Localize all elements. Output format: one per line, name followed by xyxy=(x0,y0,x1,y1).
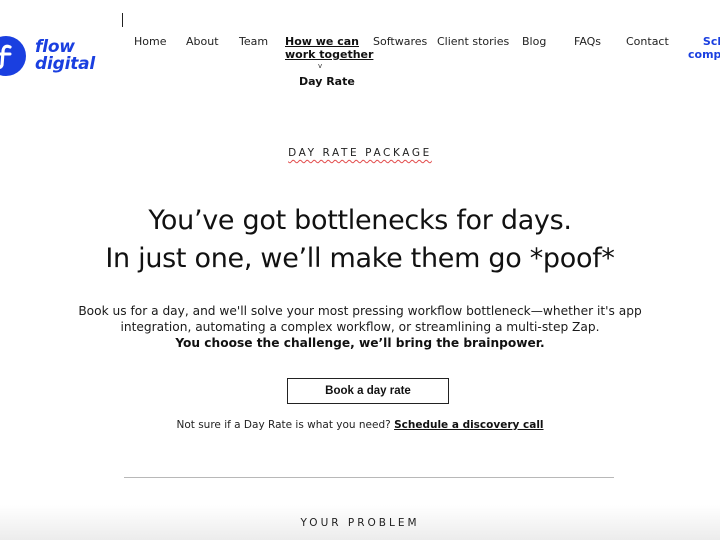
chevron-down-icon: v xyxy=(318,62,323,70)
nav-item-faqs[interactable]: FAQs xyxy=(574,35,601,48)
nav-item-contact[interactable]: Contact xyxy=(626,35,669,48)
headline-line2: In just one, we’ll make them go *poof* xyxy=(105,243,615,274)
eyebrow-label: DAY RATE PACKAGE xyxy=(0,147,720,159)
discovery-prefix: Not sure if a Day Rate is what you need? xyxy=(176,419,391,431)
page-title: You’ve got bottlenecks for days. In just… xyxy=(0,202,720,278)
brand-name: flow digital xyxy=(35,39,95,73)
nav-item-how-we-can-work-together[interactable]: How we can work together xyxy=(285,35,374,61)
section-heading-your-problem: YOUR PROBLEM xyxy=(300,517,420,529)
cta-line2: compl xyxy=(688,48,720,61)
brand-name-line2: digital xyxy=(35,54,96,74)
text-cursor xyxy=(122,13,123,27)
eyebrow-text: DAY RATE PACKAGE xyxy=(288,147,432,159)
nav-item-home[interactable]: Home xyxy=(134,35,166,48)
nav-item-label-line1: How we can xyxy=(285,35,359,48)
description-line1: Book us for a day, and we'll solve your … xyxy=(78,304,642,318)
cta-line1: Sch xyxy=(702,35,720,48)
description-bold: You choose the challenge, we’ll bring th… xyxy=(175,336,545,350)
section-divider xyxy=(124,477,614,478)
nav-item-about[interactable]: About xyxy=(186,35,219,48)
submenu-item-day-rate[interactable]: Day Rate xyxy=(299,75,355,88)
hero-description: Book us for a day, and we'll solve your … xyxy=(0,303,720,351)
nav-item-softwares[interactable]: Softwares xyxy=(373,35,427,48)
nav-item-label-line2: work together xyxy=(285,48,374,61)
f-letter-circle-icon xyxy=(0,36,26,76)
headline-line1: You’ve got bottlenecks for days. xyxy=(148,205,572,236)
brand-logo[interactable]: flow digital xyxy=(0,36,95,76)
schedule-cta-link[interactable]: Sch compl xyxy=(688,35,720,61)
description-line2: integration, automating a complex workfl… xyxy=(120,320,600,334)
discovery-prompt: Not sure if a Day Rate is what you need?… xyxy=(0,419,720,431)
schedule-discovery-call-link[interactable]: Schedule a discovery call xyxy=(394,419,543,431)
nav-item-team[interactable]: Team xyxy=(239,35,268,48)
book-day-rate-button[interactable]: Book a day rate xyxy=(287,378,449,404)
nav-item-blog[interactable]: Blog xyxy=(522,35,546,48)
nav-item-client-stories[interactable]: Client stories xyxy=(437,35,509,48)
